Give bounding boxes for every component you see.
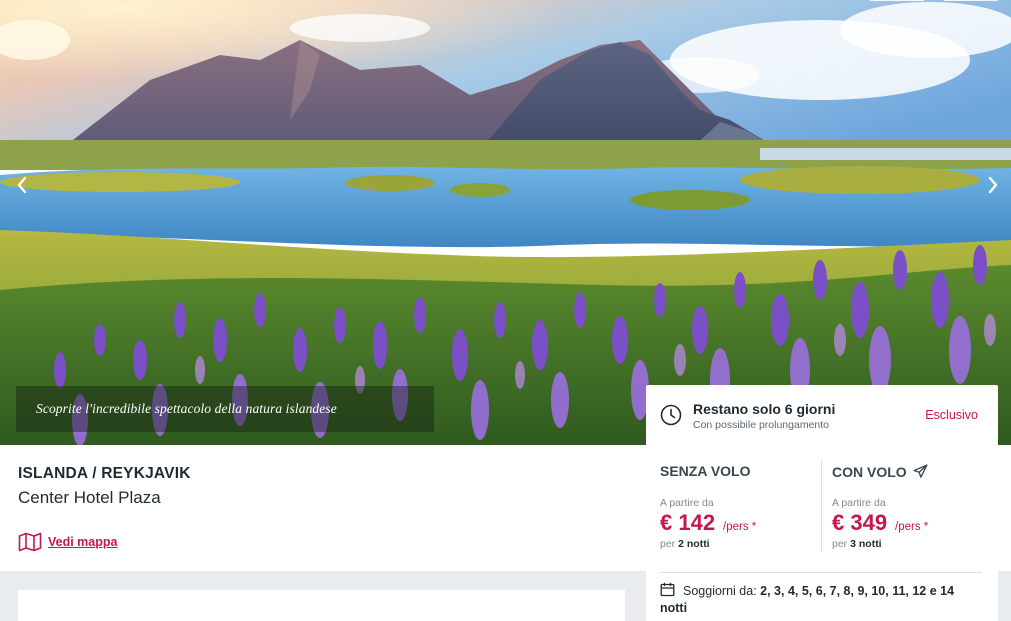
hero-caption: Scoprite l'incredibile spettacolo della … [16, 386, 434, 432]
gallery-next-button[interactable] [981, 172, 1005, 198]
content-area [0, 571, 646, 621]
calendar-icon [660, 582, 675, 597]
offer-label: SENZA VOLO [660, 463, 751, 479]
deadline-box: Restano solo 6 giorni Con possibile prol… [646, 385, 998, 445]
stay-label: Soggiorni da: [683, 584, 757, 598]
section-divider [660, 572, 982, 573]
deadline-subtitle: Con possibile prolungamento [693, 419, 830, 431]
gallery-prev-button[interactable] [10, 172, 34, 198]
nights-value: 3 notti [850, 538, 882, 550]
price-amount: € 142 [660, 510, 716, 535]
price-unit: /pers * [895, 521, 929, 533]
hero-caption-text: Scoprite l'incredibile spettacolo della … [36, 401, 337, 416]
content-card [18, 590, 625, 621]
nights-label: per 2 notti [660, 538, 710, 550]
offer-page: Scoprite l'incredibile spettacolo della … [0, 0, 1011, 621]
stay-lengths: Soggiorni da: 2, 3, 4, 5, 6, 7, 8, 9, 10… [660, 582, 980, 617]
hero-landscape-image [0, 0, 1011, 445]
price-panel: SENZA VOLO A partire da € 142 /pers * pe… [646, 445, 1011, 621]
price-unit: /pers * [723, 521, 757, 533]
view-map-label: Vedi mappa [48, 535, 118, 549]
offer-label: CON VOLO [832, 463, 907, 480]
nights-label: per 3 notti [832, 538, 882, 550]
clock-icon [660, 404, 682, 426]
location-label: ISLANDA / REYKJAVIK [18, 465, 191, 482]
price-amount: € 349 [832, 510, 888, 535]
price-from-label: A partire da [832, 497, 886, 509]
gallery-indicators[interactable] [870, 0, 998, 1]
hotel-info: ISLANDA / REYKJAVIK Center Hotel Plaza V… [0, 445, 646, 571]
hotel-name: Center Hotel Plaza [18, 488, 161, 507]
chevron-right-icon [988, 176, 998, 194]
price-from-label: A partire da [660, 497, 714, 509]
hero-gallery[interactable]: Scoprite l'incredibile spettacolo della … [0, 0, 1011, 445]
nights-value: 2 notti [678, 538, 710, 550]
deadline-title: Restano solo 6 giorni [693, 401, 836, 417]
airplane-icon [913, 464, 928, 478]
column-divider [821, 460, 822, 552]
chevron-left-icon [17, 176, 27, 194]
view-map-link[interactable]: Vedi mappa [18, 532, 117, 552]
exclusive-badge: Esclusivo [925, 408, 978, 422]
map-icon [18, 532, 42, 552]
offer-label-with-icon: CON VOLO [832, 463, 929, 480]
right-gutter [998, 571, 1011, 621]
